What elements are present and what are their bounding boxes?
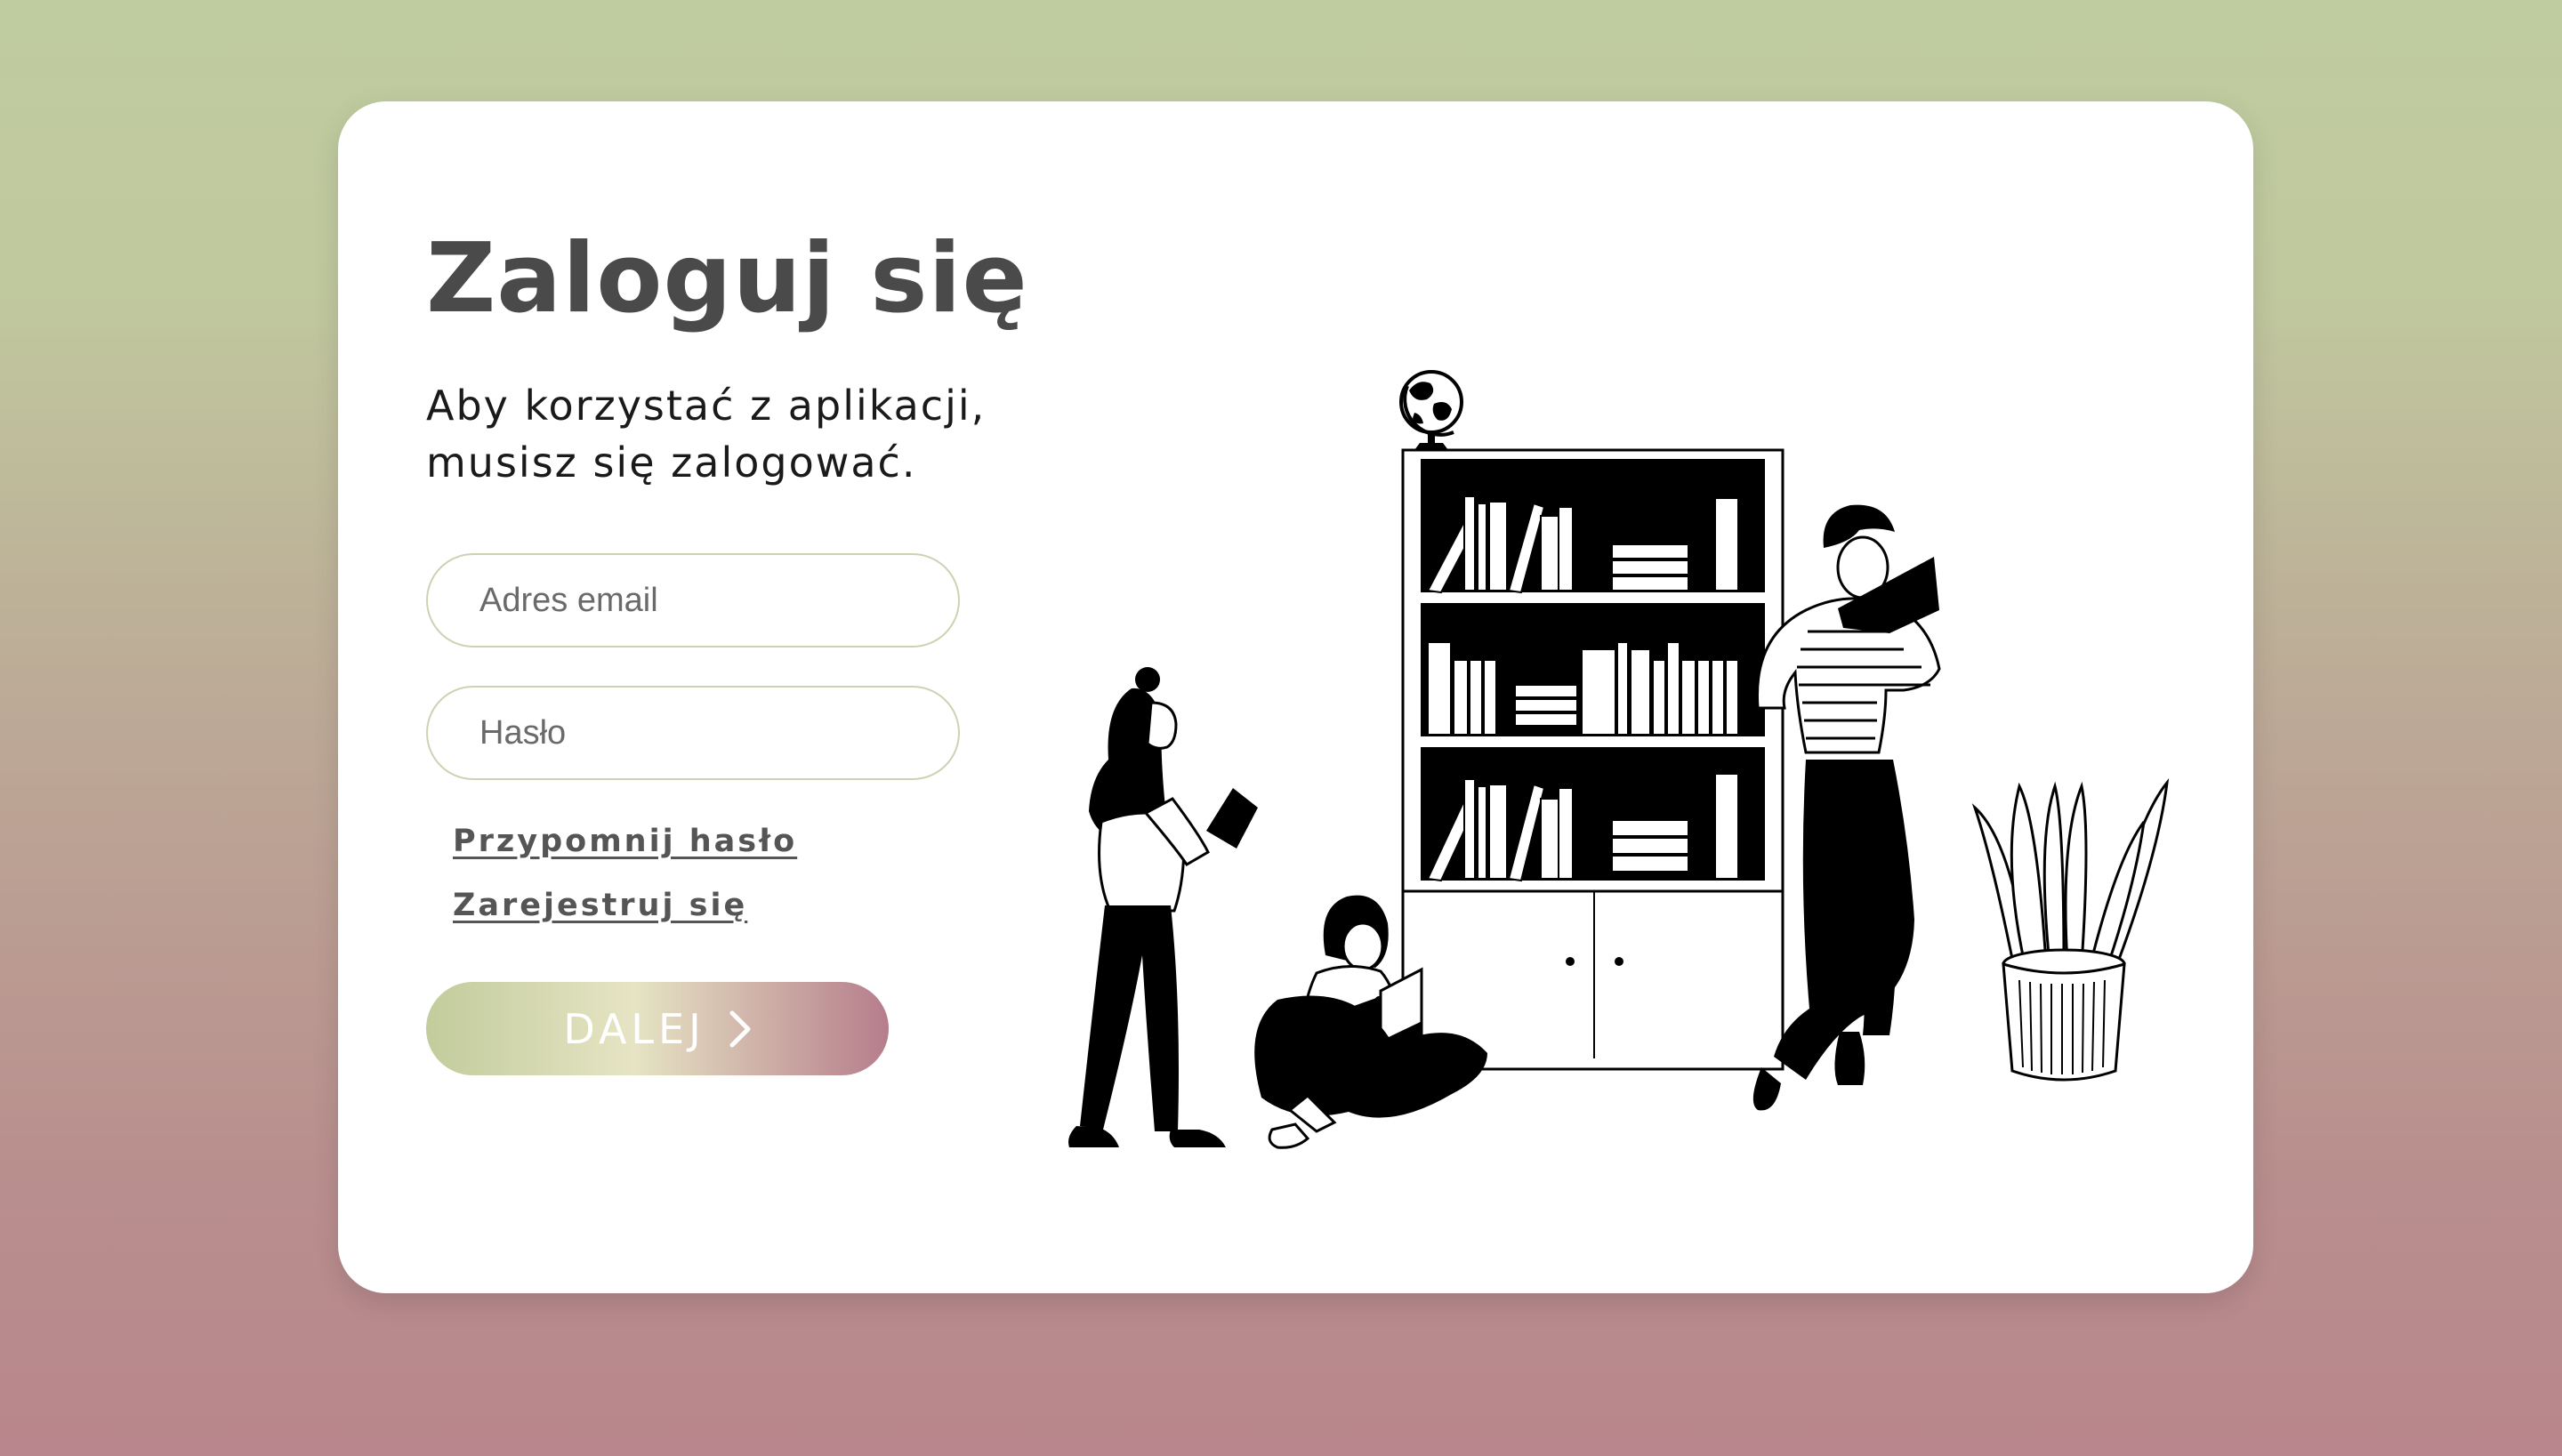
chevron-right-icon [729,1010,751,1047]
page-title: Zaloguj się [426,223,1028,334]
login-card: Zaloguj się Aby korzystać z aplikacji, m… [338,101,2253,1293]
submit-button[interactable]: DALEJ [426,982,889,1075]
library-reading-illustration [1068,370,2170,1149]
globe-icon [1399,370,1463,450]
password-field[interactable] [426,686,960,780]
login-subtitle: Aby korzystać z aplikacji, musisz się za… [426,382,987,487]
register-link[interactable]: Zarejestruj się [453,888,747,923]
bookshelf [1401,448,1785,1071]
email-field[interactable] [426,553,960,648]
reading-woman-standing [1068,667,1258,1147]
submit-button-label: DALEJ [563,1004,705,1053]
potted-plant [1971,778,2170,1082]
remind-password-link[interactable]: Przypomnij hasło [453,824,797,859]
